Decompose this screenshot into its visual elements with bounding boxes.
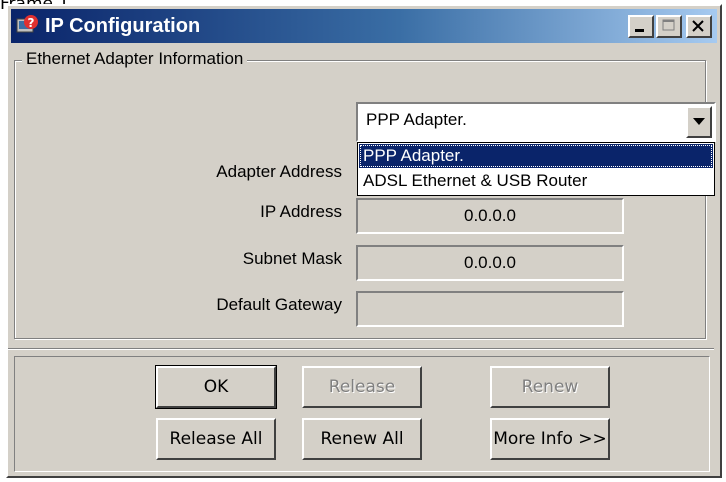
release-all-button[interactable]: Release All — [156, 418, 276, 460]
subnet-mask-field: 0.0.0.0 — [356, 245, 624, 281]
window-title: IP Configuration — [45, 15, 201, 37]
separator — [8, 348, 714, 350]
chevron-down-icon — [693, 118, 705, 125]
title-bar[interactable]: ? IP Configuration — [11, 9, 717, 43]
minimize-button[interactable] — [628, 15, 654, 38]
ip-config-app-icon: ? — [16, 14, 40, 38]
maximize-button[interactable] — [656, 15, 682, 38]
ip-address-label: IP Address — [260, 202, 342, 221]
adapter-option-ppp[interactable]: PPP Adapter. — [359, 144, 713, 168]
adapter-select-dropdown-button[interactable] — [686, 106, 712, 138]
release-button[interactable]: Release — [302, 366, 422, 408]
close-button[interactable] — [686, 15, 712, 38]
default-gateway-field — [356, 291, 624, 327]
adapter-address-label: Adapter Address — [216, 162, 342, 181]
adapter-info-group-label: Ethernet Adapter Information — [22, 48, 248, 70]
renew-button[interactable]: Renew — [490, 366, 610, 408]
adapter-select-value: PPP Adapter. — [366, 110, 467, 129]
subnet-mask-label: Subnet Mask — [242, 249, 342, 268]
adapter-select[interactable]: PPP Adapter. — [356, 102, 716, 142]
more-info-button[interactable]: More Info >> — [490, 418, 610, 460]
minimize-icon — [635, 29, 644, 32]
ip-address-field: 0.0.0.0 — [356, 198, 624, 234]
ok-button[interactable]: OK — [155, 365, 277, 409]
svg-text:?: ? — [28, 16, 35, 30]
default-gateway-label: Default Gateway — [216, 295, 342, 314]
adapter-dropdown-list: PPP Adapter. ADSL Ethernet & USB Router — [357, 142, 715, 196]
adapter-option-adsl[interactable]: ADSL Ethernet & USB Router — [359, 169, 713, 193]
maximize-icon — [662, 19, 675, 31]
renew-all-button[interactable]: Renew All — [302, 418, 422, 460]
close-icon — [692, 20, 704, 32]
